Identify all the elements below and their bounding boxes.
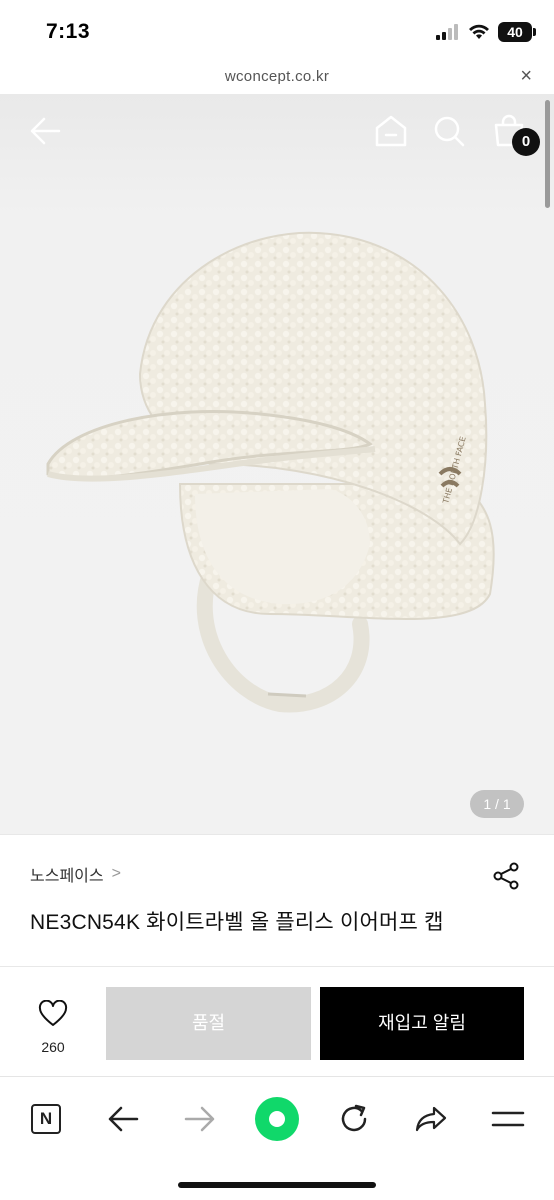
wifi-icon [469,24,489,39]
divider [0,966,554,967]
wishlist-count: 260 [41,1039,65,1055]
green-dot-button[interactable] [255,1097,299,1141]
browser-toolbar: N [0,1076,554,1200]
brand-name[interactable]: 노스페이스 [30,862,104,886]
cart-count-badge: 0 [512,128,540,156]
share-arrow-icon[interactable] [414,1105,448,1133]
status-bar: 7:13 40 [0,0,554,62]
refresh-icon[interactable] [338,1103,370,1135]
soldout-button[interactable]: 품절 [106,987,311,1060]
heart-icon[interactable] [38,999,68,1028]
product-image-gallery[interactable]: 0 THE NORTH FACE 1 / 1 [0,94,554,834]
home-icon[interactable] [374,114,408,148]
home-indicator[interactable] [178,1182,376,1188]
restock-alert-button[interactable]: 재입고 알림 [320,987,524,1060]
close-icon[interactable]: × [520,65,532,88]
arrow-left-icon[interactable] [107,1106,139,1132]
battery-icon: 40 [498,22,536,42]
chevron-right-icon: > [111,865,121,882]
forward-button[interactable] [178,1097,222,1141]
product-photo-fleece-cap: THE NORTH FACE [46,231,495,713]
green-dot-icon[interactable] [255,1097,299,1141]
arrow-right-icon[interactable] [184,1106,216,1132]
back-button[interactable] [101,1097,145,1141]
url-bar[interactable]: wconcept.co.kr × [0,62,554,94]
share-icon[interactable] [492,862,520,890]
divider [0,834,554,835]
scrollbar-thumb[interactable] [545,100,550,208]
menu-button[interactable] [486,1097,530,1141]
product-title: NE3CN54K 화이트라벨 올 플리스 이어머프 캡 [30,911,444,934]
status-time: 7:13 [46,20,91,43]
status-icons: 40 [436,22,536,42]
wishlist-button[interactable]: 260 [30,999,76,1055]
back-arrow-icon[interactable] [28,116,62,146]
hamburger-menu-icon[interactable] [491,1109,525,1129]
search-icon[interactable] [432,114,466,148]
brand-link[interactable]: 노스페이스 > [30,862,121,886]
naver-home-button[interactable]: N [24,1097,68,1141]
refresh-button[interactable] [332,1097,376,1141]
product-top-nav: 0 [0,94,554,174]
image-counter: 1 / 1 [470,790,524,818]
cellular-signal-icon [436,24,458,40]
share-page-button[interactable] [409,1097,453,1141]
naver-n-icon[interactable]: N [31,1104,61,1134]
url-text[interactable]: wconcept.co.kr [0,68,554,85]
